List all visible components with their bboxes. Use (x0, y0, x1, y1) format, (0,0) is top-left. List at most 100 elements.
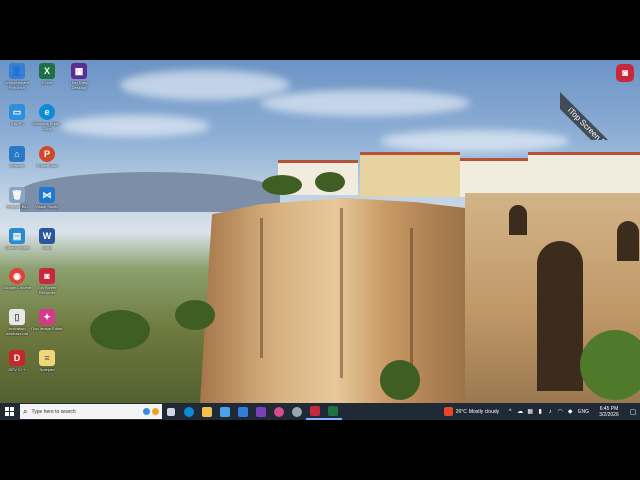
desktop-icon-label: iTop Easy Desktop (70, 80, 88, 90)
recorder-watermark: iTop Screen Recorder ◙ (560, 60, 640, 140)
dev-cpp-icon: D (9, 350, 25, 366)
show-hidden-icons-button[interactable]: ^ (505, 403, 515, 420)
notification-icon: ▢ (629, 408, 637, 416)
windows-logo-icon (4, 407, 14, 416)
task-view-icon (167, 407, 175, 416)
search-highlight-icon (152, 408, 159, 415)
battery-icon[interactable]: ▮ (535, 403, 545, 420)
itop-desktop-icon (274, 406, 284, 417)
language-indicator[interactable]: ENG (575, 409, 592, 415)
search-highlight-icon (143, 408, 150, 415)
desktop-icon-excel[interactable]: X Excel (31, 63, 63, 85)
file-explorer-taskbar-button[interactable] (198, 403, 216, 420)
chrome-icon: ◉ (9, 268, 25, 284)
network-tray-icon[interactable]: ▦ (525, 403, 535, 420)
desktop-icon-label: Wondershare Filmora 9 (5, 80, 29, 90)
desktop-icon-label: This PC (9, 121, 25, 126)
desktop-icon-activation-bat[interactable]: ▯ activation windows.bat (1, 309, 33, 336)
weather-icon (443, 407, 453, 416)
weather-condition: Mostly cloudy (468, 408, 500, 415)
edge-taskbar-button[interactable] (180, 403, 198, 420)
volume-icon[interactable]: ♪ (545, 403, 555, 420)
desktop-icon-label: Microsoft Edge - Copy (32, 121, 62, 131)
excel-taskbar-button[interactable] (324, 403, 342, 420)
onedrive-icon[interactable]: ☁ (515, 403, 525, 420)
desktop-icon-dev-cpp[interactable]: D DEV C++ (1, 350, 33, 372)
powerpoint-icon: P (39, 146, 55, 162)
desktop-icon-filmora[interactable]: 👤 Wondershare Filmora 9 (1, 63, 33, 90)
wifi-icon[interactable]: ◠ (555, 403, 565, 420)
clock[interactable]: 6:45 PM 3/2/2026 (592, 406, 626, 418)
desktop-icon-control-panel[interactable]: ▤ Control Panel (1, 228, 33, 250)
desktop-icon-recycle-bin[interactable]: 🗑 Recycle Bin (1, 187, 33, 209)
filmora-icon: 👤 (9, 63, 25, 79)
start-button[interactable] (0, 403, 18, 420)
store-taskbar-button[interactable] (216, 403, 234, 420)
desktop-icon-label: iTop Screen Recorder (36, 285, 58, 295)
desktop-icon-chrome[interactable]: ◉ Google Chrome (1, 268, 33, 290)
desktop-icon-label: Recycle Bin (6, 204, 28, 209)
notification-center-button[interactable]: ▢ (626, 403, 640, 420)
computer-icon: ▭ (9, 104, 25, 120)
weather-widget[interactable]: 26°C Mostly cloudy (443, 403, 500, 420)
wallpaper-ronda-bridge (0, 60, 640, 420)
desktop-icon-label: Visual Studio (35, 204, 59, 209)
mail-icon (238, 406, 248, 417)
desktop-icon-label: Network (9, 163, 25, 168)
excel-icon: X (39, 63, 55, 79)
desktop-icon-word[interactable]: W Word (31, 228, 63, 250)
desktop-icon-label: PowerPoint (36, 163, 58, 168)
network-icon: ⌂ (9, 146, 25, 162)
gear-icon (292, 406, 302, 417)
desktop-icon-itop-easy-desktop[interactable]: ▦ iTop Easy Desktop (63, 63, 95, 90)
settings-taskbar-button[interactable] (288, 403, 306, 420)
desktop-screen: 👤 Wondershare Filmora 9 X Excel ▦ iTop E… (0, 60, 640, 420)
desktop-icon-label: Control Panel (4, 245, 30, 250)
desktop-icon-edge-copy[interactable]: e Microsoft Edge - Copy (31, 104, 63, 131)
clock-date: 3/2/2026 (599, 411, 619, 418)
desktop-icon-label: Excel (42, 80, 52, 85)
control-panel-icon: ▤ (9, 228, 25, 244)
search-placeholder: Type here to search (31, 408, 76, 415)
itop-image-editor-icon: ✦ (39, 309, 55, 325)
batch-file-icon: ▯ (9, 309, 25, 325)
desktop-icon-network[interactable]: ⌂ Network (1, 146, 33, 168)
desktop-icon-itop-image-editor[interactable]: ✦ iTop Image Editor (31, 309, 63, 331)
itop-desktop-taskbar-button[interactable] (270, 403, 288, 420)
itop-easy-desktop-icon: ▦ (71, 63, 87, 79)
onenote-icon (256, 406, 266, 417)
store-icon (220, 406, 230, 417)
desktop-icon-label: Google Chrome (2, 285, 32, 290)
itop-screen-recorder-icon (310, 405, 320, 416)
onenote-taskbar-button[interactable] (252, 403, 270, 420)
taskbar: ⌕ Type here to search 26°C Mostly cloudy… (0, 403, 640, 420)
desktop-icon-label: Notepad (39, 367, 55, 372)
folder-icon (202, 406, 212, 417)
notepad-icon: ≡ (39, 350, 55, 366)
recycle-bin-icon: 🗑 (9, 187, 25, 203)
word-icon: W (39, 228, 55, 244)
itop-recorder-taskbar-button[interactable] (306, 403, 324, 420)
desktop-icon-itop-screen-recorder[interactable]: ◙ iTop Screen Recorder (31, 268, 63, 295)
cliff-rock (200, 198, 500, 403)
weather-temperature: 26°C (455, 408, 467, 415)
edge-icon (184, 406, 194, 417)
desktop-icon-visual-studio[interactable]: ⋈ Visual Studio (31, 187, 63, 209)
search-icon: ⌕ (23, 406, 28, 416)
desktop-icon-label: DEV C++ (8, 367, 26, 372)
excel-icon (328, 405, 338, 416)
watermark-text: iTop Screen Recorder (560, 90, 640, 140)
desktop-icon-label: iTop Image Editor (31, 326, 63, 331)
task-view-button[interactable] (162, 403, 180, 420)
desktop-icon-powerpoint[interactable]: P PowerPoint (31, 146, 63, 168)
mail-taskbar-button[interactable] (234, 403, 252, 420)
desktop-icon-notepad[interactable]: ≡ Notepad (31, 350, 63, 372)
taskbar-search-box[interactable]: ⌕ Type here to search (20, 404, 162, 419)
desktop-icon-label: Word (42, 245, 52, 250)
security-icon[interactable]: ◆ (565, 403, 575, 420)
itop-recorder-logo-icon: ◙ (616, 64, 634, 82)
edge-icon: e (39, 104, 55, 120)
desktop-icon-label: activation windows.bat (5, 326, 28, 336)
itop-screen-recorder-icon: ◙ (39, 268, 55, 284)
desktop-icon-this-pc[interactable]: ▭ This PC (1, 104, 33, 126)
